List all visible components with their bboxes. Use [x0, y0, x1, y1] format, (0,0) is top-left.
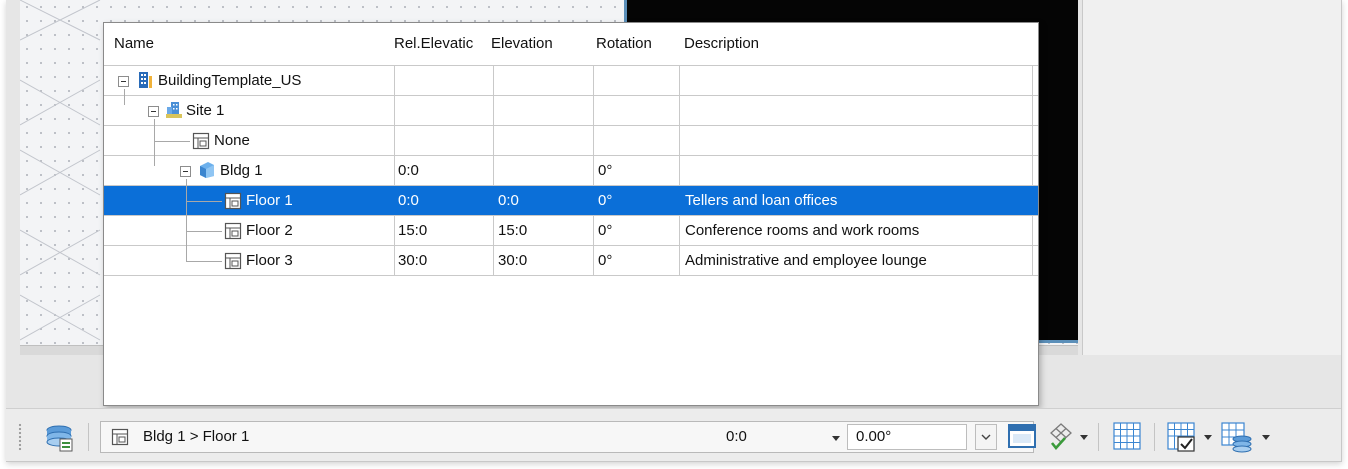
- column-header-rel-elevation[interactable]: Rel.Elevatic: [394, 35, 488, 52]
- grid-visibility-dropdown-arrow[interactable]: [1204, 435, 1212, 440]
- tree-row-floor-2[interactable]: Floor 2 15:0 15:0 0° Conference rooms an…: [104, 216, 1038, 246]
- row-rel-elevation: 0:0: [398, 192, 419, 209]
- collapse-toggle[interactable]: [148, 106, 159, 117]
- row-elevation: [498, 96, 590, 126]
- row-rotation: [598, 66, 676, 96]
- row-name: Floor 2: [246, 222, 293, 239]
- column-header-elevation[interactable]: Elevation: [491, 35, 588, 52]
- rotation-combobox[interactable]: 0.00°: [847, 424, 967, 450]
- rotation-dropdown-button[interactable]: [975, 424, 997, 450]
- row-rel-elevation: [398, 96, 490, 126]
- building-template-icon: [139, 72, 152, 88]
- row-rel-elevation: 15:0: [398, 222, 428, 239]
- row-rotation: 0°: [598, 252, 613, 269]
- current-floor-path: Bldg 1 > Floor 1: [143, 428, 250, 445]
- toolbar-separator: [1154, 423, 1155, 451]
- row-rel-elevation: 30:0: [398, 252, 428, 269]
- row-description: [685, 66, 1030, 96]
- application-window: Name Rel.Elevatic Elevation Rotation Des…: [6, 0, 1342, 462]
- building-icon: [200, 162, 214, 178]
- row-rotation: 0°: [598, 162, 613, 179]
- tree-connector: [186, 231, 222, 232]
- toolbar-separator: [88, 423, 89, 451]
- right-panel: [1082, 0, 1341, 355]
- row-description: Administrative and employee lounge: [685, 252, 927, 269]
- row-elevation: 15:0: [498, 222, 528, 239]
- row-elevation: [498, 126, 590, 156]
- row-name: Floor 1: [246, 192, 293, 209]
- chevron-down-icon: [981, 434, 991, 440]
- row-description: [685, 126, 1030, 156]
- tree-connector: [154, 119, 155, 166]
- tree-row-site-1[interactable]: Site 1: [104, 96, 1038, 126]
- row-elevation: [498, 156, 590, 186]
- tree-connector: [154, 141, 190, 142]
- collapse-toggle[interactable]: [180, 166, 191, 177]
- collapse-toggle[interactable]: [118, 76, 129, 87]
- row-description: Tellers and loan offices: [685, 192, 838, 209]
- column-header-name[interactable]: Name: [114, 35, 384, 52]
- grid-manager-dropdown-arrow[interactable]: [1262, 435, 1270, 440]
- row-elevation: [498, 66, 590, 96]
- toolbar-grip[interactable]: [18, 423, 22, 451]
- site-icon: [166, 102, 182, 118]
- row-rotation: 0°: [598, 222, 613, 239]
- row-rel-elevation: [398, 66, 490, 96]
- tree-connector: [124, 89, 125, 105]
- floor-icon: [192, 132, 210, 150]
- rotation-value: 0.00°: [856, 428, 892, 445]
- row-rotation: [598, 96, 676, 126]
- grid-line: [104, 275, 1038, 276]
- grid-snap-icon[interactable]: [1046, 421, 1076, 451]
- grid-icon[interactable]: [1110, 419, 1144, 453]
- tree-row-floor-1[interactable]: Floor 1 0:0 0:0 0° Tellers and loan offi…: [104, 186, 1038, 216]
- row-name: Floor 3: [246, 252, 293, 269]
- floor-selector[interactable]: Bldg 1 > Floor 1 0:0 0.00°: [100, 421, 1034, 453]
- row-rel-elevation: [398, 126, 490, 156]
- floor-icon: [224, 252, 242, 270]
- tree-row-bldg-1[interactable]: Bldg 1 0:0 0°: [104, 156, 1038, 186]
- floor-icon: [111, 428, 129, 446]
- row-name: BuildingTemplate_US: [158, 72, 302, 89]
- tree-connector: [186, 201, 222, 202]
- grid-header: Name Rel.Elevatic Elevation Rotation Des…: [104, 23, 1038, 65]
- row-name: Bldg 1: [220, 162, 263, 179]
- column-header-description[interactable]: Description: [684, 35, 1024, 52]
- row-elevation: 30:0: [498, 252, 528, 269]
- tree-connector: [186, 261, 222, 262]
- row-rotation: [598, 126, 676, 156]
- calendar-view-icon[interactable]: [1006, 421, 1038, 451]
- tree-connector: [186, 179, 187, 262]
- floor-icon: [224, 192, 242, 210]
- floor-manager-icon[interactable]: [42, 421, 76, 453]
- row-description: Conference rooms and work rooms: [685, 222, 920, 239]
- row-elevation: 0:0: [498, 192, 519, 209]
- column-header-rotation[interactable]: Rotation: [596, 35, 678, 52]
- floor-icon: [224, 222, 242, 240]
- tree-row-none[interactable]: None: [104, 126, 1038, 156]
- floor-selector-dropdown: Name Rel.Elevatic Elevation Rotation Des…: [103, 22, 1039, 406]
- elevation-dropdown-arrow[interactable]: [832, 436, 840, 441]
- row-name: None: [214, 132, 250, 149]
- row-description: [685, 96, 1030, 126]
- row-rotation: 0°: [598, 192, 613, 209]
- row-name: Site 1: [186, 102, 225, 119]
- grid-visibility-icon[interactable]: [1164, 419, 1198, 453]
- status-toolbar: Bldg 1 > Floor 1 0:0 0.00°: [6, 408, 1341, 461]
- tree-row-floor-3[interactable]: Floor 3 30:0 30:0 0° Administrative and …: [104, 246, 1038, 276]
- row-rel-elevation: 0:0: [398, 162, 419, 179]
- row-description: [685, 156, 1030, 186]
- current-elevation: 0:0: [726, 428, 747, 445]
- grid-manager-icon[interactable]: [1218, 419, 1254, 453]
- toolbar-separator: [1098, 423, 1099, 451]
- tree-row-buildingtemplate[interactable]: BuildingTemplate_US: [104, 66, 1038, 96]
- grid-snap-dropdown-arrow[interactable]: [1080, 435, 1088, 440]
